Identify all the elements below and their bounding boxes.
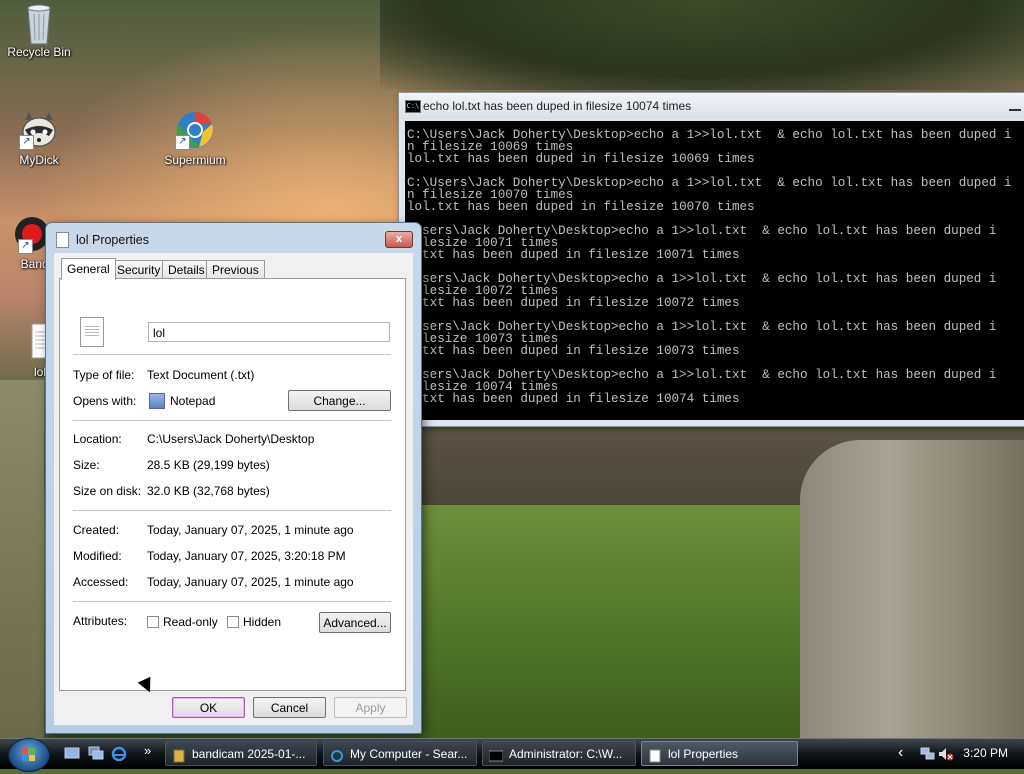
dialog-title-bar[interactable]: lol Properties x — [46, 223, 421, 253]
desktop-icon-supermium[interactable]: ↗ Supermium — [157, 110, 233, 167]
bandicam-file-icon — [172, 747, 186, 763]
explorer-icon — [330, 747, 344, 762]
console-line: l.txt has been duped in filesize 10073 t… — [407, 344, 740, 358]
shortcut-arrow-icon: ↗ — [175, 135, 190, 150]
divider — [73, 354, 391, 355]
read-only-label[interactable]: Read-only — [163, 615, 218, 629]
attributes-label: Attributes: — [73, 614, 128, 628]
desktop-icon-mydick[interactable]: ↗ MyDick — [1, 110, 77, 167]
modified-label: Modified: — [73, 549, 122, 563]
divider — [73, 420, 391, 421]
switch-windows-icon[interactable] — [88, 746, 104, 760]
tray-expand-icon[interactable]: ‹ — [898, 744, 903, 762]
hidden-checkbox[interactable] — [227, 616, 239, 628]
divider — [73, 510, 391, 511]
hidden-label[interactable]: Hidden — [243, 615, 281, 629]
desktop-icon-label: MyDick — [19, 153, 59, 167]
shortcut-arrow-icon: ↗ — [18, 239, 33, 254]
file-icon — [56, 232, 69, 248]
cmd-icon — [488, 747, 504, 762]
clock[interactable]: 3:20 PM — [963, 746, 1008, 760]
opens-with-value: Notepad — [170, 394, 216, 408]
tab-security[interactable]: Security — [111, 260, 167, 279]
cmd-icon: C:\ — [405, 100, 421, 113]
taskbar-item-label: bandicam 2025-01-... — [192, 747, 306, 761]
minimize-icon[interactable] — [1009, 97, 1021, 111]
created-value: Today, January 07, 2025, 1 minute ago — [147, 523, 354, 537]
wallpaper-tree-trunk — [800, 440, 1024, 740]
size-value: 28.5 KB (29,199 bytes) — [147, 458, 270, 472]
supermium-browser-icon: ↗ — [175, 110, 215, 150]
opens-with-label: Opens with: — [73, 394, 137, 408]
read-only-checkbox[interactable] — [147, 616, 159, 628]
change-button[interactable]: Change... — [288, 390, 391, 411]
tab-previous-versions[interactable]: Previous Versions — [206, 260, 265, 295]
taskbar: » bandicam 2025-01-... My Computer - Sea… — [0, 738, 1024, 772]
text-file-icon — [10, 322, 55, 362]
console-line: l.txt has been duped in filesize 10072 t… — [407, 296, 740, 310]
location-value: C:\Users\Jack Doherty\Desktop — [147, 432, 315, 446]
ok-button[interactable]: OK — [172, 697, 245, 718]
cmd-title: echo lol.txt has been duped in filesize … — [423, 99, 692, 113]
taskbar-item-command-prompt[interactable]: Administrator: C:\W... — [482, 741, 636, 766]
volume-muted-icon[interactable] — [938, 747, 954, 764]
created-label: Created: — [73, 523, 120, 537]
command-prompt-window[interactable]: C:\ echo lol.txt has been duped in files… — [398, 92, 1024, 427]
taskbar-item-label: lol Properties — [668, 747, 739, 761]
wallpaper-path — [0, 380, 44, 740]
size-on-disk-value: 32.0 KB (32,768 bytes) — [147, 484, 270, 498]
desktop-icon-label: Supermium — [164, 153, 226, 167]
size-on-disk-label: Size on disk: — [73, 484, 142, 498]
cancel-button[interactable]: Cancel — [253, 697, 326, 718]
system-tray: ‹ 3:20 PM — [894, 739, 1024, 769]
advanced-button[interactable]: Advanced... — [319, 612, 391, 633]
properties-dialog[interactable]: lol Properties x General Security Detail… — [45, 222, 422, 734]
start-button[interactable] — [8, 738, 50, 772]
text-document-icon — [80, 317, 104, 347]
taskbar-item-lol-properties[interactable]: lol Properties — [641, 741, 798, 766]
accessed-label: Accessed: — [73, 575, 129, 589]
taskbar-item-label: My Computer - Sear... — [350, 747, 468, 761]
desktop-icon-recycle-bin[interactable]: Recycle Bin — [1, 2, 77, 59]
taskbar-item-bandicam[interactable]: bandicam 2025-01-... — [165, 741, 317, 766]
windows-logo-icon — [22, 748, 35, 761]
internet-explorer-icon[interactable] — [111, 746, 127, 762]
close-button[interactable]: x — [385, 231, 413, 248]
network-icon[interactable] — [920, 747, 936, 764]
bandicam-record-icon: ↗ — [8, 214, 49, 254]
show-desktop-icon[interactable] — [64, 746, 80, 760]
accessed-value: Today, January 07, 2025, 1 minute ago — [147, 575, 354, 589]
taskbar-item-label: Administrator: C:\W... — [509, 747, 623, 761]
wallpaper-tree-canopy — [380, 0, 1024, 90]
location-label: Location: — [73, 432, 122, 446]
size-label: Size: — [73, 458, 100, 472]
tab-general[interactable]: General — [61, 258, 116, 280]
type-label: Type of file: — [73, 368, 135, 382]
type-value: Text Document (.txt) — [147, 368, 255, 382]
quick-launch-overflow-icon[interactable]: » — [144, 743, 151, 758]
console-line: l.txt has been duped in filesize 10074 t… — [407, 392, 740, 406]
taskbar-item-my-computer[interactable]: My Computer - Sear... — [323, 741, 477, 766]
console-line: l.txt has been duped in filesize 10071 t… — [407, 248, 740, 262]
recycle-bin-icon — [19, 2, 59, 45]
desktop-icon-label: Recycle Bin — [7, 45, 71, 59]
raccoon-icon: ↗ — [19, 110, 59, 150]
tab-details[interactable]: Details — [162, 260, 211, 279]
divider — [73, 601, 391, 602]
cmd-title-bar[interactable]: C:\ echo lol.txt has been duped in files… — [399, 93, 1024, 119]
console-line: lol.txt has been duped in filesize 10070… — [407, 200, 755, 214]
general-tab-panel: lol Type of file: Text Document (.txt) O… — [59, 278, 406, 691]
shortcut-arrow-icon: ↗ — [19, 135, 34, 150]
desktop-icon-label: lol — [33, 365, 46, 379]
notepad-icon — [149, 393, 165, 409]
file-icon — [648, 747, 662, 763]
console-output[interactable]: C:\Users\Jack Doherty\Desktop>echo a 1>>… — [405, 121, 1024, 420]
dialog-title: lol Properties — [76, 233, 149, 247]
console-line: lol.txt has been duped in filesize 10069… — [407, 152, 755, 166]
modified-value: Today, January 07, 2025, 3:20:18 PM — [147, 549, 346, 563]
dialog-client-area: General Security Details Previous Versio… — [54, 253, 413, 725]
file-name-input[interactable]: lol — [148, 322, 390, 342]
apply-button[interactable]: Apply — [334, 697, 407, 718]
